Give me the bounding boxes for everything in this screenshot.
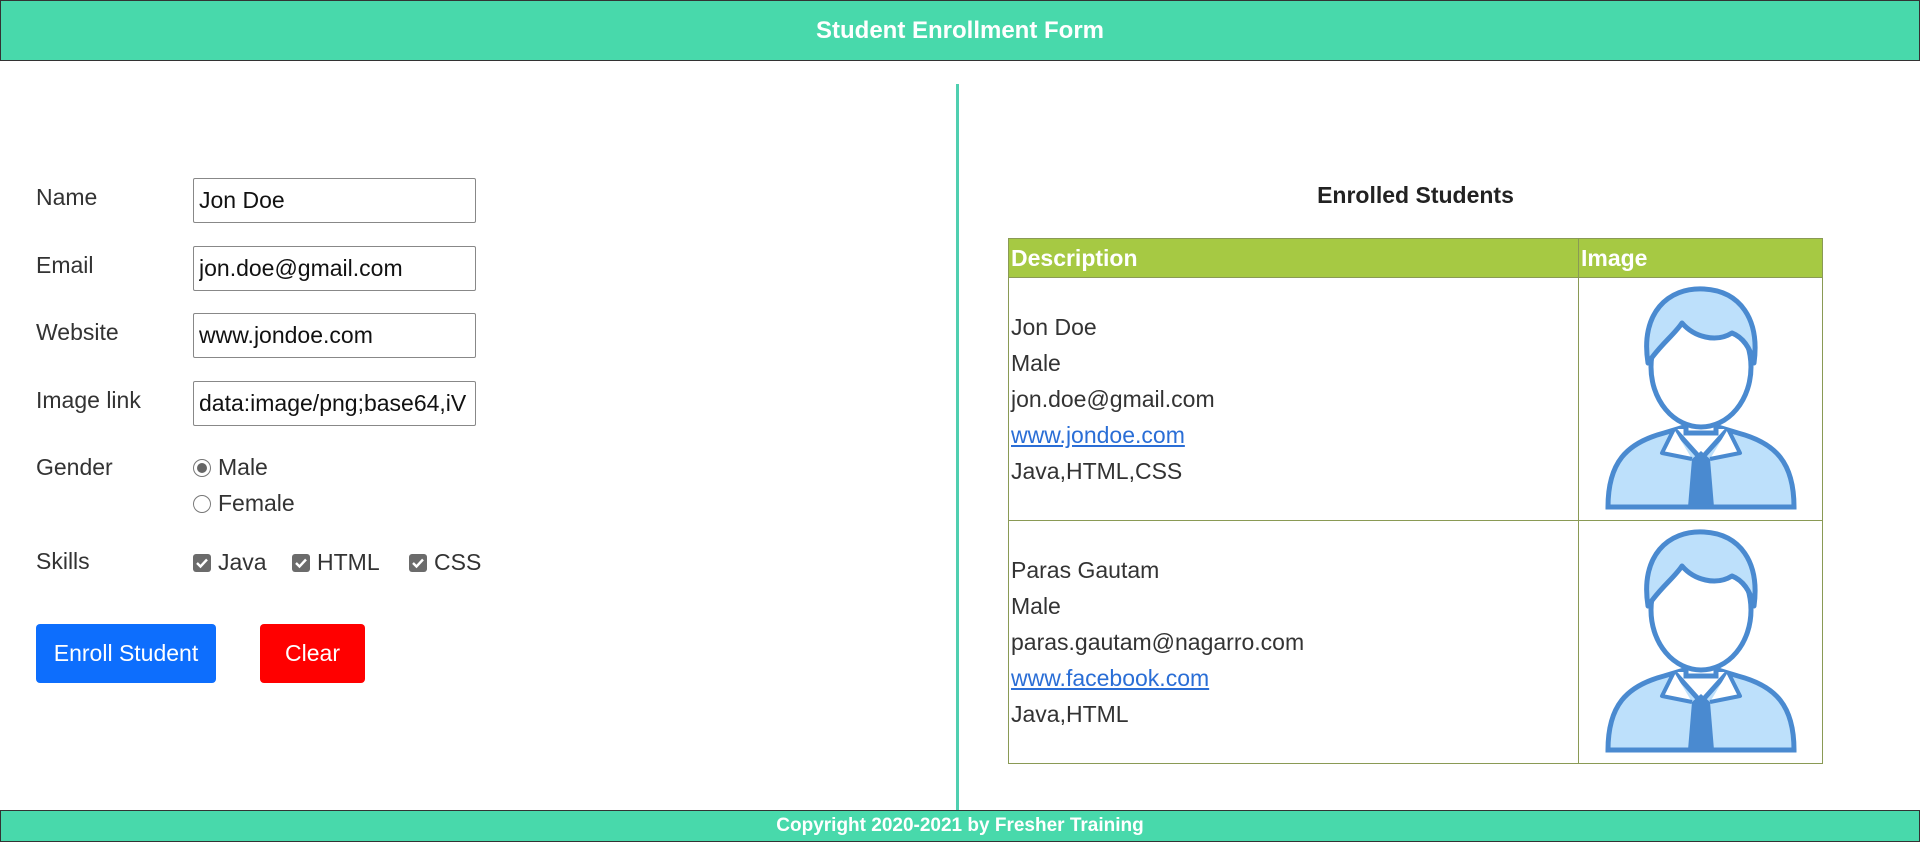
check-icon: [295, 558, 307, 568]
enroll-student-button[interactable]: Enroll Student: [36, 624, 216, 683]
email-label: Email: [36, 252, 94, 278]
enrolled-students-table: Description Image Jon Doe Male jon.doe@g…: [1008, 238, 1823, 764]
gender-option-male[interactable]: Male: [193, 454, 268, 481]
html-checkbox[interactable]: [292, 553, 310, 572]
check-icon: [412, 558, 424, 568]
html-label: HTML: [317, 549, 380, 575]
image-link-input[interactable]: [193, 381, 476, 426]
column-header-image: Image: [1578, 238, 1823, 278]
table-row: Paras Gautam Male paras.gautam@nagarro.c…: [1008, 520, 1823, 764]
column-divider: [956, 84, 959, 810]
email-input[interactable]: [193, 246, 476, 291]
skill-html[interactable]: HTML: [292, 549, 380, 576]
student-email: paras.gautam@nagarro.com: [1011, 629, 1305, 655]
male-radio[interactable]: [193, 458, 211, 477]
skill-java[interactable]: Java: [193, 549, 267, 576]
student-skills: Java,HTML,CSS: [1011, 458, 1183, 484]
website-label: Website: [36, 319, 119, 345]
student-image: [1578, 277, 1823, 521]
clear-button[interactable]: Clear: [260, 624, 365, 683]
check-icon: [196, 558, 208, 568]
student-image: [1578, 520, 1823, 764]
name-label: Name: [36, 184, 98, 210]
name-input[interactable]: [193, 178, 476, 223]
student-name: Paras Gautam: [1011, 557, 1160, 583]
student-skills: Java,HTML: [1011, 701, 1129, 727]
skill-css[interactable]: CSS: [409, 549, 481, 576]
gender-option-female[interactable]: Female: [193, 490, 295, 517]
student-description: Jon Doe Male jon.doe@gmail.com www.jondo…: [1008, 277, 1579, 521]
java-label: Java: [218, 549, 267, 575]
table-row: Jon Doe Male jon.doe@gmail.com www.jondo…: [1008, 277, 1823, 521]
student-gender: Male: [1011, 350, 1061, 376]
male-radio-label: Male: [218, 454, 268, 480]
page-footer: Copyright 2020-2021 by Fresher Training: [0, 810, 1920, 842]
css-checkbox[interactable]: [409, 553, 427, 572]
skills-label: Skills: [36, 548, 90, 574]
website-input[interactable]: [193, 313, 476, 358]
female-radio[interactable]: [193, 494, 211, 513]
table-header-row: Description Image: [1008, 238, 1823, 278]
student-description: Paras Gautam Male paras.gautam@nagarro.c…: [1008, 520, 1579, 764]
student-gender: Male: [1011, 593, 1061, 619]
enrolled-students-title: Enrolled Students: [1317, 182, 1514, 208]
student-website-link[interactable]: www.facebook.com: [1011, 665, 1209, 691]
image-link-label: Image link: [36, 387, 141, 413]
css-label: CSS: [434, 549, 482, 575]
male-avatar-icon: [1604, 286, 1797, 510]
student-website-link[interactable]: www.jondoe.com: [1011, 422, 1185, 448]
column-header-description: Description: [1008, 238, 1579, 278]
gender-label: Gender: [36, 454, 113, 480]
female-radio-label: Female: [218, 490, 295, 516]
male-avatar-icon: [1604, 529, 1797, 753]
page-title: Student Enrollment Form: [816, 16, 1104, 44]
java-checkbox[interactable]: [193, 553, 211, 572]
copyright-text: Copyright 2020-2021 by Fresher Training: [776, 815, 1144, 836]
student-name: Jon Doe: [1011, 314, 1097, 340]
page-header: Student Enrollment Form: [0, 0, 1920, 61]
student-email: jon.doe@gmail.com: [1011, 386, 1215, 412]
